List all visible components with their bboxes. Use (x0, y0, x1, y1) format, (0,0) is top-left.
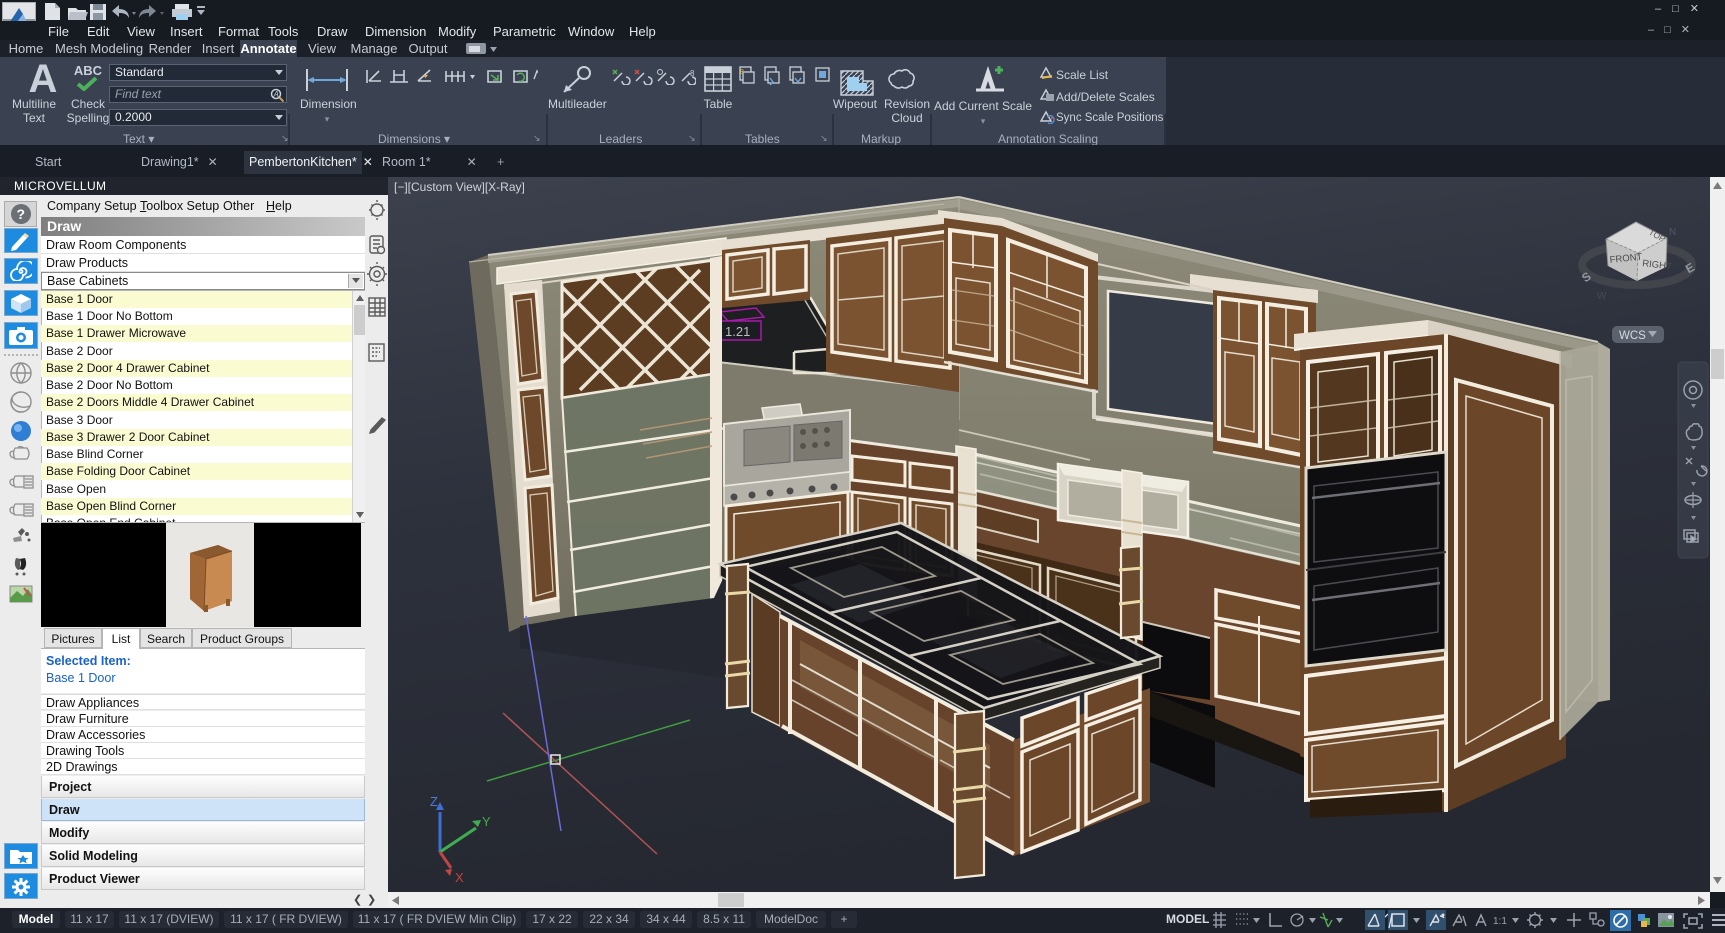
svg-text:WCS: WCS (1619, 330, 1646, 342)
svg-text:A: A (273, 90, 279, 99)
svg-text:8: 8 (740, 69, 744, 76)
svg-text:X: X (455, 870, 464, 885)
svg-text:W: W (1597, 291, 1607, 302)
svg-text:Y: Y (482, 814, 491, 829)
svg-text:N: N (1669, 227, 1676, 238)
svg-text:?: ? (17, 206, 26, 222)
svg-text:Z: Z (430, 794, 438, 809)
svg-text:1:1: 1:1 (1493, 916, 1507, 927)
svg-text:8: 8 (690, 69, 695, 78)
svg-text:[−][Custom View][X-Ray]: [−][Custom View][X-Ray] (394, 180, 525, 194)
svg-text:1.21: 1.21 (725, 324, 750, 339)
